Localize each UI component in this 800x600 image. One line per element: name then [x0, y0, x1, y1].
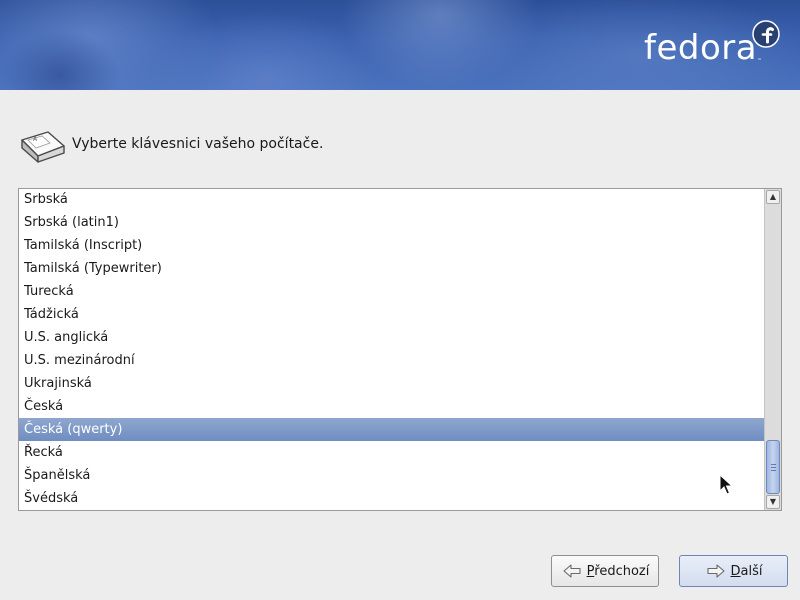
mouse-pointer-icon: [719, 474, 733, 495]
list-item-selected[interactable]: Česká (qwerty): [19, 418, 764, 441]
grip-icon: [771, 464, 776, 471]
list-scrollbar[interactable]: ▲ ▼: [764, 189, 781, 510]
trademark-symbol: ™: [757, 58, 762, 64]
scroll-down-arrow-icon[interactable]: ▼: [766, 495, 780, 509]
back-button-label: Předchozí: [586, 563, 650, 579]
keyboard-layout-items: Srbská Srbská (latin1) Tamilská (Inscrip…: [19, 189, 764, 510]
list-item[interactable]: Švédská: [19, 487, 764, 510]
list-item[interactable]: Tamilská (Typewriter): [19, 257, 764, 280]
list-item[interactable]: Srbská (latin1): [19, 211, 764, 234]
list-item[interactable]: Španělská: [19, 464, 764, 487]
list-item[interactable]: Tádžická: [19, 303, 764, 326]
header-banner: fedora ™: [0, 0, 800, 90]
next-arrow-icon: [706, 564, 725, 578]
scroll-up-arrow-icon[interactable]: ▲: [766, 190, 780, 204]
back-button[interactable]: Předchozí: [551, 555, 659, 587]
back-arrow-icon: [563, 564, 581, 578]
list-item[interactable]: U.S. anglická: [19, 326, 764, 349]
fedora-logo-text: fedora: [644, 28, 758, 68]
list-item[interactable]: U.S. mezinárodní: [19, 349, 764, 372]
list-item[interactable]: Srbská: [19, 189, 764, 211]
prompt-text: Vyberte klávesnici vašeho počítače.: [72, 136, 324, 152]
next-button[interactable]: Další: [679, 555, 788, 587]
list-item[interactable]: Turecká: [19, 280, 764, 303]
fedora-logo-icon: [752, 20, 780, 48]
list-item[interactable]: Řecká: [19, 441, 764, 464]
scroll-thumb[interactable]: [766, 440, 780, 494]
keyboard-layout-list[interactable]: Srbská Srbská (latin1) Tamilská (Inscrip…: [18, 188, 782, 511]
list-item[interactable]: Česká: [19, 395, 764, 418]
list-item[interactable]: Ukrajinská: [19, 372, 764, 395]
keyboard-icon: A: [21, 131, 65, 163]
next-button-label: Další: [730, 563, 763, 579]
list-item[interactable]: Tamilská (Inscript): [19, 234, 764, 257]
